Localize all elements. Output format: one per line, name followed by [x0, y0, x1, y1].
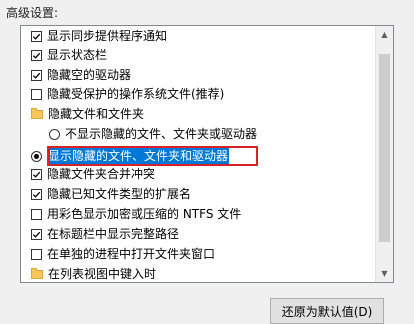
checkbox-icon[interactable]: [31, 49, 42, 61]
setting-show-sync-provider-notifications[interactable]: 显示同步提供程序通知: [31, 26, 167, 46]
group-typing-in-list-view: 在列表视图中键入时: [31, 264, 156, 282]
checkbox-icon[interactable]: [31, 188, 42, 200]
checkbox-icon[interactable]: [31, 88, 42, 100]
checkbox-icon[interactable]: [31, 168, 42, 180]
scroll-down-arrow-icon[interactable]: ▼: [376, 265, 393, 282]
setting-hide-protected-os-files[interactable]: 隐藏受保护的操作系统文件(推荐): [31, 84, 224, 104]
scroll-thumb[interactable]: [379, 54, 390, 242]
setting-separate-process-folder-windows[interactable]: 在单独的进程中打开文件夹窗口: [31, 244, 215, 264]
radio-button-icon[interactable]: [49, 128, 60, 140]
restore-defaults-button[interactable]: 还原为默认值(D): [270, 298, 384, 324]
option-dont-show-hidden-files[interactable]: 不显示隐藏的文件、文件夹或驱动器: [49, 124, 257, 144]
checkbox-icon[interactable]: [31, 30, 42, 42]
setting-hide-folder-merge-conflicts[interactable]: 隐藏文件夹合并冲突: [31, 164, 155, 184]
annotation-highlight-box: [48, 146, 258, 166]
section-label: 高级设置:: [6, 6, 59, 20]
checkbox-icon[interactable]: [31, 69, 42, 81]
setting-show-status-bar[interactable]: 显示状态栏: [31, 45, 107, 65]
scroll-up-arrow-icon[interactable]: ▲: [376, 26, 393, 43]
group-hidden-files-and-folders: 隐藏文件和文件夹: [31, 104, 144, 124]
checkbox-icon[interactable]: [31, 228, 42, 240]
vertical-scrollbar[interactable]: ▲ ▼: [375, 26, 393, 282]
radio-button-selected-icon[interactable]: [31, 150, 42, 162]
checkbox-icon[interactable]: [31, 208, 42, 220]
setting-color-encrypted-ntfs-files[interactable]: 用彩色显示加密或压缩的 NTFS 文件: [31, 204, 241, 224]
checkbox-icon[interactable]: [31, 248, 42, 260]
setting-hide-known-file-extensions[interactable]: 隐藏已知文件类型的扩展名: [31, 184, 191, 204]
setting-show-full-path-in-title[interactable]: 在标题栏中显示完整路径: [31, 224, 179, 244]
folder-icon: [31, 107, 43, 119]
folder-icon: [31, 267, 43, 279]
setting-hide-empty-drives[interactable]: 隐藏空的驱动器: [31, 65, 131, 85]
